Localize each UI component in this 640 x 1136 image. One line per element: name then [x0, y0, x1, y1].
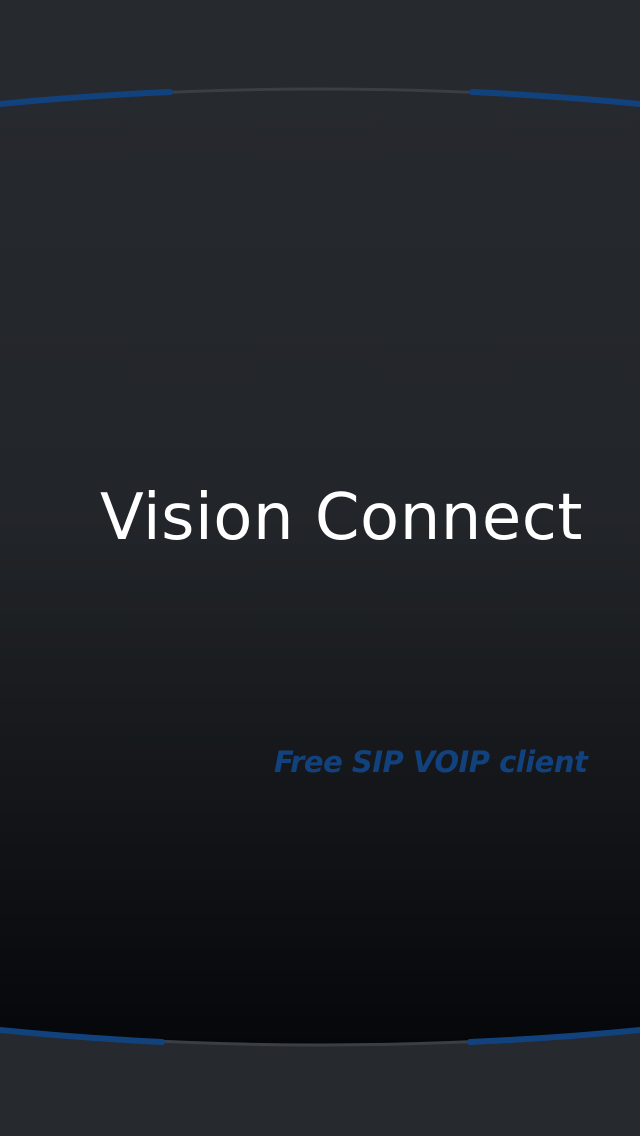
app-tagline: Free SIP VOIP client: [274, 745, 588, 779]
app-title: Vision Connect: [100, 481, 583, 555]
splash-screen: Vision Connect Free SIP VOIP client: [0, 0, 640, 1136]
splash-panel-frame: [0, 87, 640, 1047]
panel-background: [0, 89, 640, 1045]
